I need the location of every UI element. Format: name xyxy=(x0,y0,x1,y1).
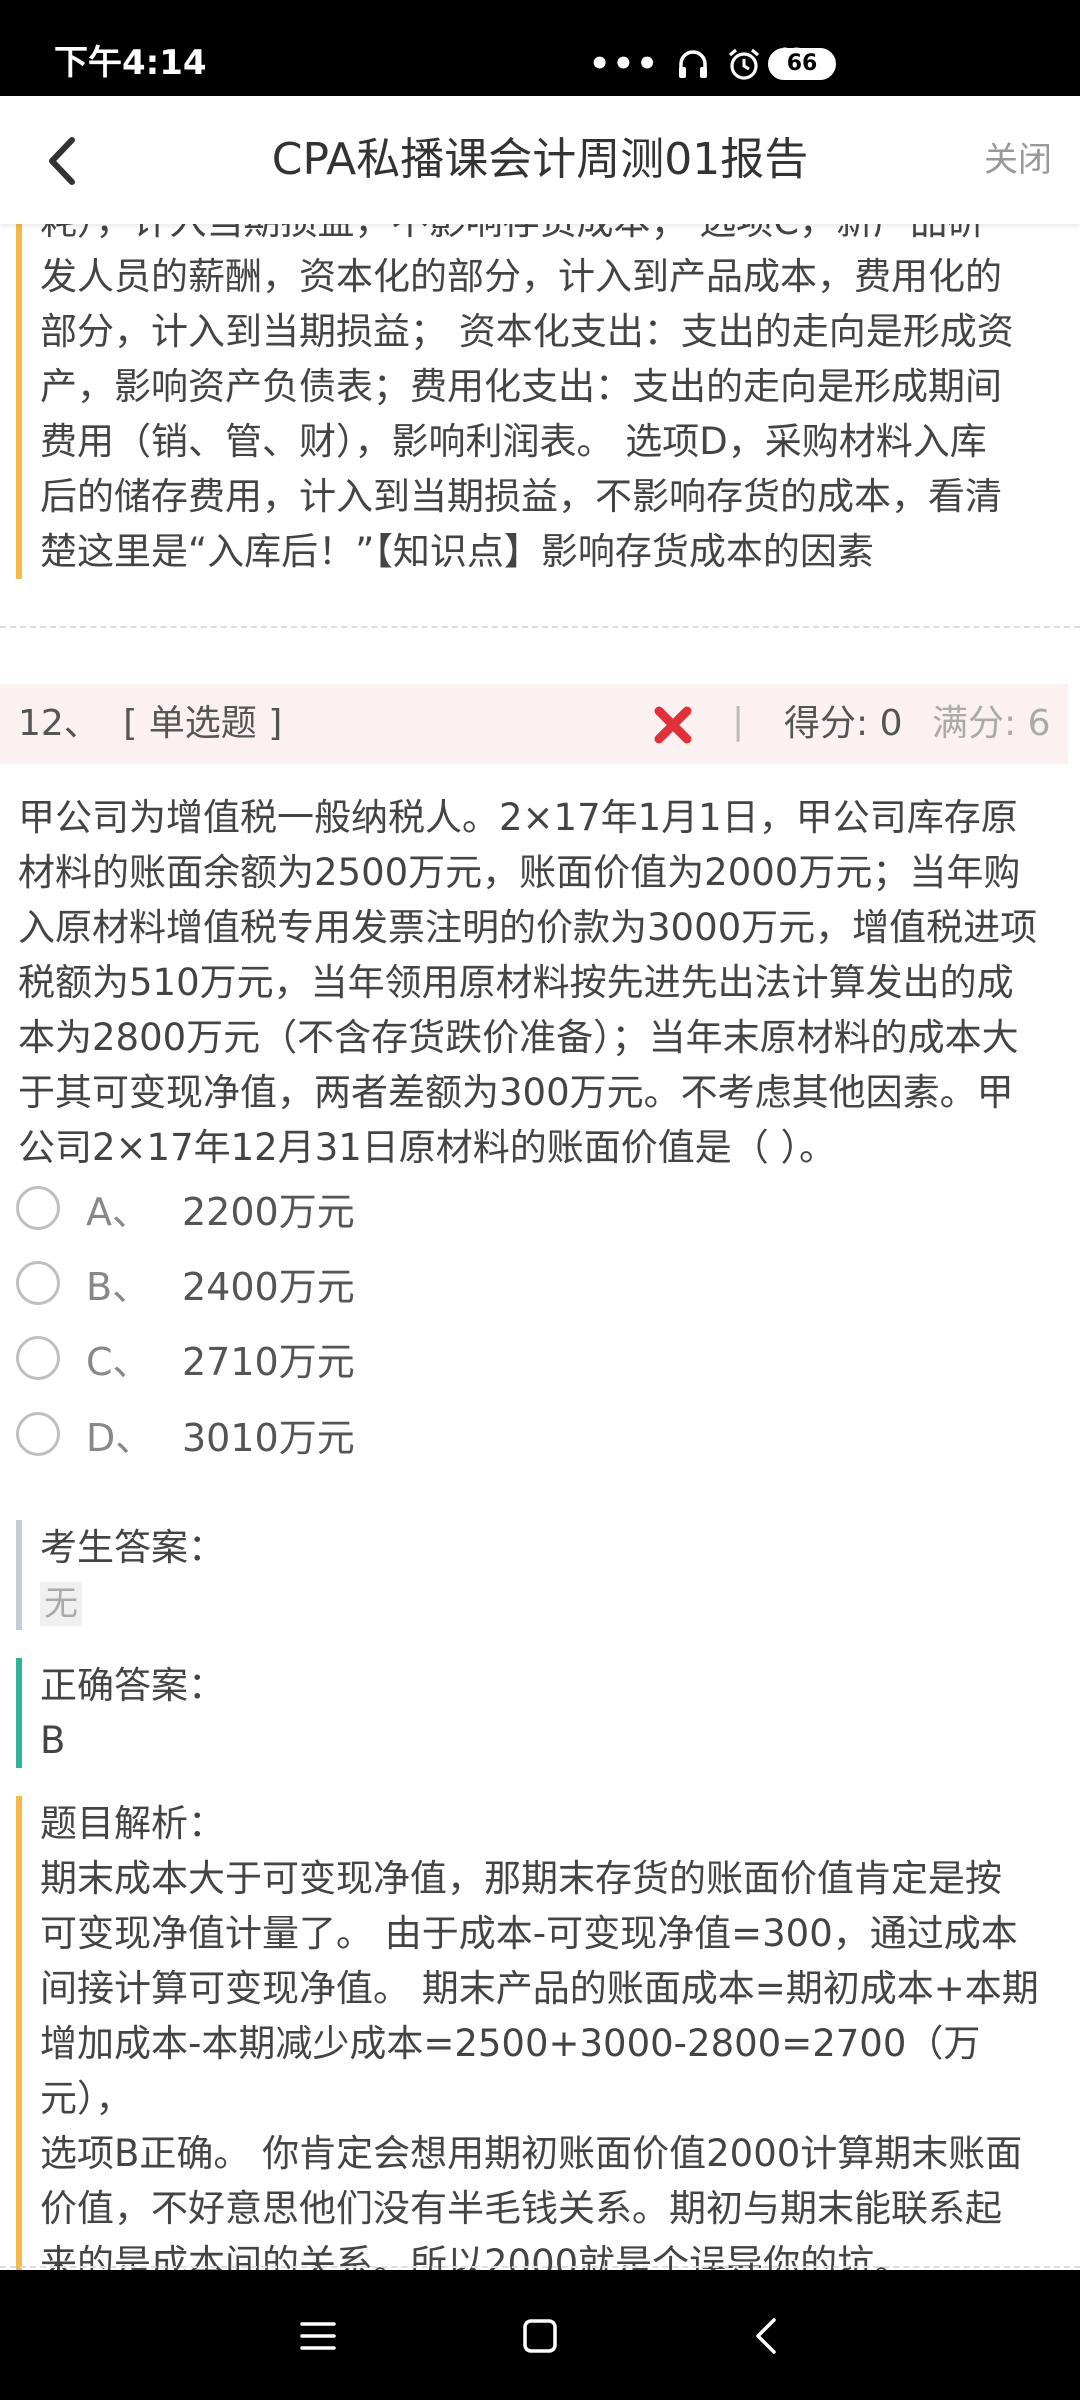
app-header: CPA私播课会计周测01报告 关闭 xyxy=(0,96,1080,224)
option-radio[interactable] xyxy=(16,1261,60,1305)
correct-answer-block: 正确答案： B xyxy=(16,1658,1056,1768)
wrong-answer-icon xyxy=(654,706,692,744)
question-divider xyxy=(0,626,1080,628)
question-number: 12、 xyxy=(18,703,100,744)
option-a[interactable]: A、 2200万元 xyxy=(16,1180,716,1236)
analysis-line: 发人员的薪酬，资本化的部分，计入到产品成本，费用化的 xyxy=(40,255,1002,298)
option-letter: C、 xyxy=(86,1339,151,1384)
question-line: 于其可变现净值，两者差额为300万元。不考虑其他因素。甲 xyxy=(18,1071,1014,1114)
home-icon[interactable] xyxy=(514,2310,566,2362)
option-text: 2400万元 xyxy=(182,1264,355,1309)
analysis-line: 价值，不好意思他们没有半毛钱关系。期初与期末能联系起 xyxy=(40,2187,1002,2230)
option-text: 2200万元 xyxy=(182,1189,355,1234)
status-bar: 下午4:14 ••• 4G 66 xyxy=(0,0,1080,96)
analysis-line: 费用（销、管、财），影响利润表。 选项D，采购材料入库 xyxy=(40,420,987,463)
page-title: CPA私播课会计周测01报告 xyxy=(271,134,809,185)
score-text: 得分: 0 xyxy=(784,703,903,744)
report-content[interactable]: 耗），计入当期损益，不影响存货成本； 选项C，新产品研 发人员的薪酬，资本化的部… xyxy=(0,224,1080,2270)
option-text: 2710万元 xyxy=(182,1339,355,1384)
question-line: 甲公司为增值税一般纳税人。2×17年1月1日，甲公司库存原 xyxy=(18,796,1018,839)
question-analysis-block: 题目解析： 期末成本大于可变现净值，那期末存货的账面价值肯定是按 可变现净值计量… xyxy=(16,1796,1056,2270)
student-answer-block: 考生答案： 无 xyxy=(16,1520,1056,1630)
analysis-line: 后的储存费用，计入到当期损益，不影响存货的成本，看清 xyxy=(40,475,1002,518)
option-letter: D、 xyxy=(86,1415,154,1460)
correct-answer-value: B xyxy=(40,1719,66,1762)
more-dots-icon: ••• xyxy=(588,44,660,84)
score-separator: | xyxy=(732,701,745,742)
analysis-line: 选项B正确。 你肯定会想用期初账面价值2000计算期末账面 xyxy=(40,2132,1023,2175)
previous-question-analysis: 耗），计入当期损益，不影响存货成本； 选项C，新产品研 发人员的薪酬，资本化的部… xyxy=(16,224,1056,579)
full-score-text: 满分: 6 xyxy=(932,703,1051,744)
headphones-icon xyxy=(679,50,707,78)
option-letter: B、 xyxy=(86,1264,151,1309)
question-header: 12、 [ 单选题 ] | 得分: 0 满分: 6 xyxy=(0,684,1068,764)
status-time: 下午4:14 xyxy=(54,43,207,83)
analysis-line: 部分，计入到当期损益； 资本化支出：支出的走向是形成资 xyxy=(40,310,1014,353)
option-radio[interactable] xyxy=(16,1412,60,1456)
back-icon[interactable] xyxy=(742,2310,794,2362)
analysis-line: 来的是成本间的关系。所以2000就是个误导你的坑。 xyxy=(40,2242,912,2270)
analysis-label: 题目解析： xyxy=(40,1802,225,1845)
analysis-line: 耗），计入当期损益，不影响存货成本； 选项C，新产品研 xyxy=(40,224,1056,249)
student-answer-label: 考生答案： xyxy=(40,1526,225,1569)
question-type: [ 单选题 ] xyxy=(123,703,283,744)
question-number-line: 12、 [ 单选题 ] xyxy=(18,700,282,748)
option-d[interactable]: D、 3010万元 xyxy=(16,1406,716,1462)
question-line: 本为2800万元（不含存货跌价准备）；当年末原材料的成本大 xyxy=(18,1016,1019,1059)
alarm-icon xyxy=(728,48,760,80)
option-letter: A、 xyxy=(86,1189,150,1234)
analysis-line: 楚这里是“入库后！”【知识点】影响存货成本的因素 xyxy=(40,530,874,573)
analysis-line: 期末成本大于可变现净值，那期末存货的账面价值肯定是按 xyxy=(40,1857,1002,1900)
option-radio[interactable] xyxy=(16,1336,60,1380)
question-line: 入原材料增值税专用发票注明的价款为3000万元，增值税进项 xyxy=(18,906,1038,949)
option-text: 3010万元 xyxy=(182,1415,355,1460)
question-line: 材料的账面余额为2500万元，账面价值为2000万元；当年购 xyxy=(18,851,1021,894)
analysis-line: 产，影响资产负债表；费用化支出：支出的走向是形成期间 xyxy=(40,365,1002,408)
question-divider xyxy=(0,2266,1080,2268)
analysis-line: 可变现净值计量了。 由于成本-可变现净值=300，通过成本 xyxy=(40,1912,1018,1955)
option-radio[interactable] xyxy=(16,1186,60,1230)
battery-indicator: 66 xyxy=(768,48,836,80)
analysis-line: 间接计算可变现净值。 期末产品的账面成本=期初成本+本期 xyxy=(40,1967,1039,2010)
correct-answer-label: 正确答案： xyxy=(40,1664,225,1707)
question-text: 甲公司为增值税一般纳税人。2×17年1月1日，甲公司库存原 材料的账面余额为25… xyxy=(18,790,1068,1175)
analysis-line: 增加成本-本期减少成本=2500+3000-2800=2700（万元）， xyxy=(40,2022,981,2120)
close-button[interactable]: 关闭 xyxy=(984,136,1052,184)
system-nav-bar xyxy=(0,2270,1080,2400)
menu-icon[interactable] xyxy=(292,2310,344,2362)
option-c[interactable]: C、 2710万元 xyxy=(16,1330,716,1386)
student-answer-value: 无 xyxy=(40,1582,82,1626)
option-b[interactable]: B、 2400万元 xyxy=(16,1255,716,1311)
question-line: 税额为510万元，当年领用原材料按先进先出法计算发出的成 xyxy=(18,961,1014,1004)
question-line: 公司2×17年12月31日原材料的账面价值是（ ）。 xyxy=(18,1126,837,1169)
